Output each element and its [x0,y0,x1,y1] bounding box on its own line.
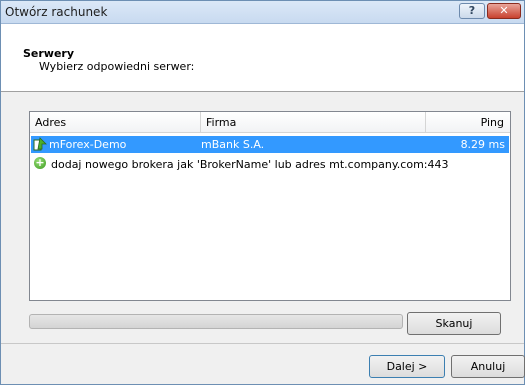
cancel-button[interactable]: Anuluj [451,355,525,378]
add-broker-text: dodaj nowego brokera jak 'BrokerName' lu… [51,158,449,171]
column-header: Adres Firma Ping [30,112,510,133]
column-address[interactable]: Adres [35,116,66,129]
server-company: mBank S.A. [201,138,265,151]
header-subtitle: Wybierz odpowiedni serwer: [39,60,195,73]
header-title: Serwery [23,47,75,60]
window-title: Otwórz rachunek [5,5,108,19]
column-ping[interactable]: Ping [481,116,504,129]
column-separator[interactable] [425,112,426,132]
header-panel: Serwery Wybierz odpowiedni serwer: [1,24,524,92]
add-broker-row[interactable]: + dodaj nowego brokera jak 'BrokerName' … [31,156,509,173]
server-address: mForex-Demo [49,138,127,151]
server-row[interactable]: mForex-Demo mBank S.A. 8.29 ms [31,136,509,153]
server-ping: 8.29 ms [460,138,505,151]
close-button[interactable]: ✕ [487,3,521,19]
server-list[interactable]: Adres Firma Ping mForex-Demo mBank S.A. … [29,111,511,301]
add-icon: + [34,156,46,169]
column-separator[interactable] [200,112,201,132]
next-button[interactable]: Dalej > [369,355,445,378]
help-button[interactable]: ? [459,3,485,19]
open-account-dialog: Otwórz rachunek ? ✕ Serwery Wybierz odpo… [0,0,525,385]
title-bar[interactable]: Otwórz rachunek ? ✕ [1,1,524,24]
scan-button[interactable]: Skanuj [407,312,501,335]
scan-progress-bar [29,314,403,329]
server-icon [33,137,47,151]
column-company[interactable]: Firma [206,116,236,129]
footer-divider [1,343,524,344]
